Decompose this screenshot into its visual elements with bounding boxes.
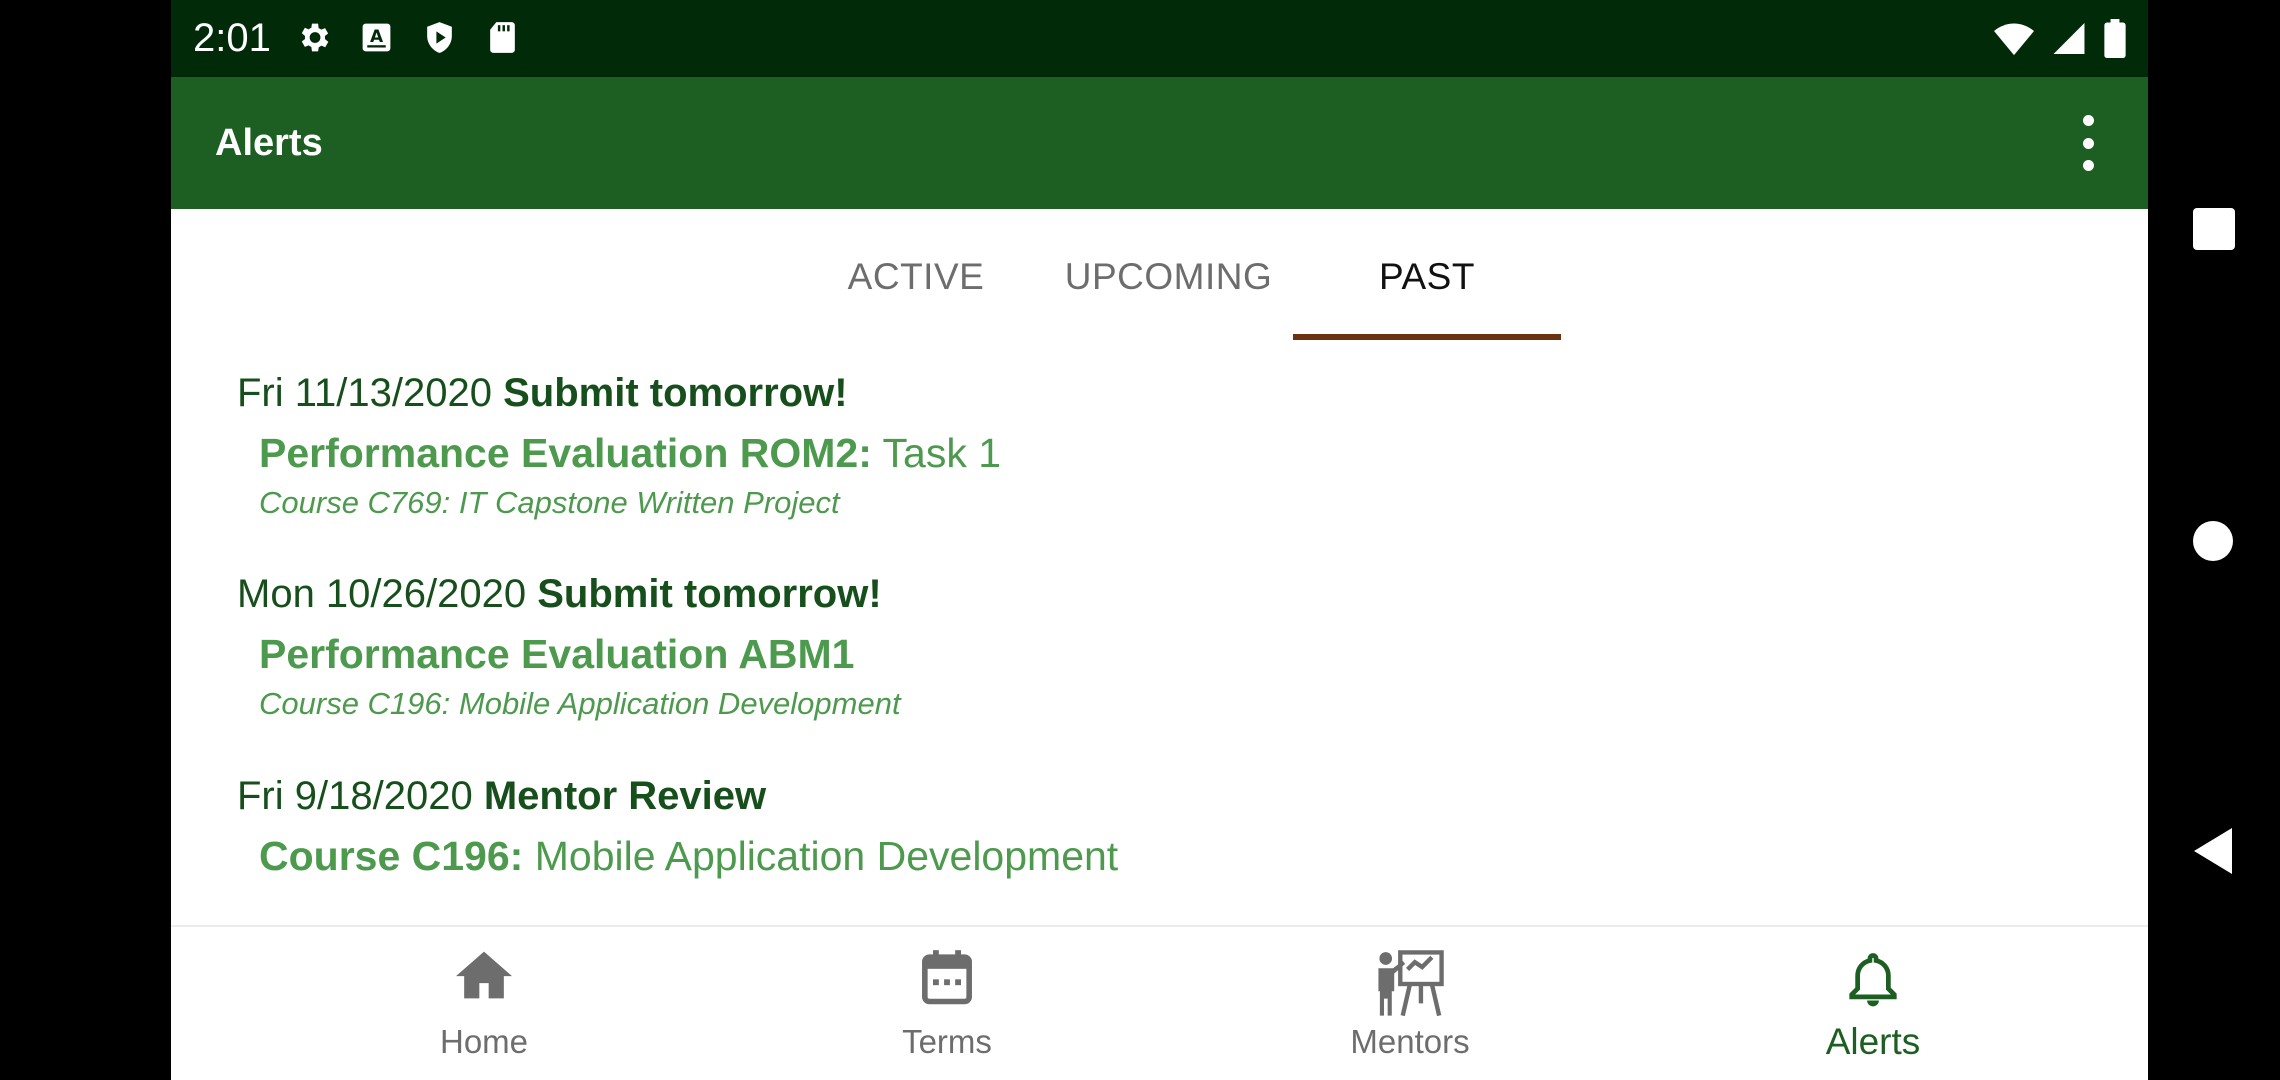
- system-nav-bar: [2148, 0, 2280, 1080]
- recents-button[interactable]: [2193, 208, 2235, 250]
- tab-bar: ACTIVE UPCOMING PAST: [171, 209, 2148, 341]
- alert-title: Performance Evaluation ABM1: [259, 631, 901, 678]
- alert-title: Course C196: Mobile Application Developm…: [259, 833, 1118, 880]
- nav-label: Alerts: [1825, 1021, 1921, 1062]
- play-protect-icon: [427, 22, 452, 53]
- list-item[interactable]: Mon 10/26/2020 Submit tomorrow! Performa…: [237, 572, 901, 722]
- teacher-icon: [1378, 950, 1444, 1017]
- alert-title-bold: Course C196:: [259, 833, 524, 879]
- alert-title-bold: Performance Evaluation ABM1: [259, 631, 855, 677]
- app-screen: 2:01 A Alerts ACTIVE UPCOMING PAST Fri 1…: [171, 0, 2148, 1080]
- alert-date: Mon 10/26/2020: [237, 572, 527, 616]
- home-button[interactable]: [2192, 520, 2234, 562]
- app-bar: Alerts: [171, 77, 2148, 209]
- home-icon: [456, 951, 512, 999]
- bell-icon: [1849, 953, 1897, 1007]
- status-icons-right: [1994, 19, 2126, 58]
- alert-subtitle: Course C196: Mobile Application Developm…: [259, 686, 901, 721]
- nav-mentors[interactable]: Mentors: [1260, 927, 1560, 1080]
- nav-home[interactable]: Home: [334, 927, 634, 1080]
- tab-past[interactable]: PAST: [1293, 209, 1561, 341]
- overflow-dot: [2082, 137, 2094, 149]
- tab-active[interactable]: ACTIVE: [796, 209, 1036, 341]
- status-icons-left: A: [295, 19, 521, 56]
- nav-label: Mentors: [1350, 1023, 1470, 1060]
- sd-card-icon: [490, 22, 515, 53]
- svg-text:A: A: [370, 26, 384, 46]
- alert-title-bold: Performance Evaluation ROM2:: [259, 430, 872, 476]
- nav-alerts[interactable]: Alerts: [1723, 927, 2023, 1080]
- alert-date: Fri 9/18/2020: [237, 774, 473, 818]
- tab-indicator: [1293, 334, 1561, 340]
- a-notification-icon: A: [362, 23, 391, 52]
- overflow-dot: [2082, 160, 2094, 171]
- signal-icon: [2053, 23, 2085, 54]
- battery-icon: [2104, 19, 2126, 58]
- list-item[interactable]: Fri 9/18/2020 Mentor Review Course C196:…: [237, 774, 1118, 880]
- status-time: 2:01: [193, 16, 271, 60]
- page-title: Alerts: [215, 122, 323, 164]
- alert-header: Mon 10/26/2020 Submit tomorrow!: [237, 572, 901, 617]
- alert-title-rest: Mobile Application Development: [534, 833, 1119, 879]
- tab-upcoming[interactable]: UPCOMING: [1036, 209, 1301, 341]
- alert-kind: Submit tomorrow!: [537, 572, 882, 616]
- alert-header: Fri 11/13/2020 Submit tomorrow!: [237, 371, 1001, 416]
- alert-date: Fri 11/13/2020: [237, 371, 492, 415]
- bottom-nav: Home Terms Mentors Alerts: [171, 925, 2148, 1080]
- alert-kind: Submit tomorrow!: [503, 371, 848, 415]
- alert-header: Fri 9/18/2020 Mentor Review: [237, 774, 1118, 819]
- nav-label: Terms: [902, 1023, 992, 1060]
- more-vert-icon[interactable]: [2068, 115, 2108, 171]
- alert-kind: Mentor Review: [483, 774, 767, 818]
- back-button[interactable]: [2194, 828, 2232, 874]
- calendar-icon: [922, 950, 972, 1005]
- overflow-dot: [2082, 115, 2094, 126]
- nav-label: Home: [439, 1023, 529, 1060]
- nav-terms[interactable]: Terms: [797, 927, 1097, 1080]
- status-bar: 2:01 A: [171, 0, 2148, 77]
- list-item[interactable]: Fri 11/13/2020 Submit tomorrow! Performa…: [237, 371, 1001, 521]
- settings-icon: [301, 23, 329, 52]
- wifi-icon: [1994, 23, 2034, 56]
- alert-title: Performance Evaluation ROM2: Task 1: [259, 430, 1001, 477]
- alert-subtitle: Course C769: IT Capstone Written Project: [259, 485, 840, 520]
- alert-title-rest: Task 1: [882, 430, 1002, 476]
